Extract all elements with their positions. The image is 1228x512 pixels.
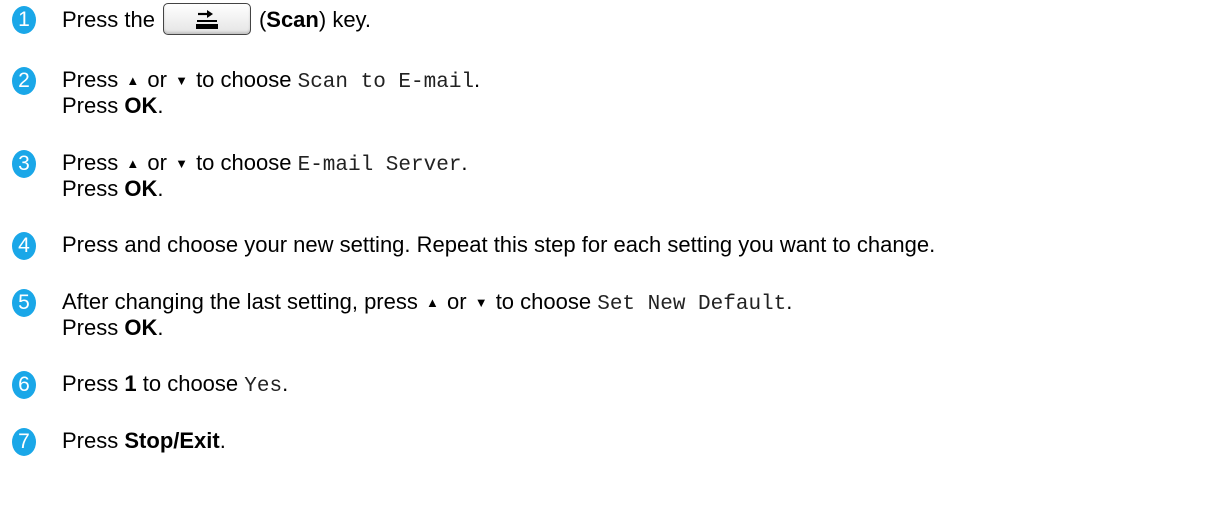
step-number-badge: 2 [12, 67, 36, 95]
key-label: 1 [124, 371, 137, 396]
step-number-badge: 7 [12, 428, 36, 456]
step-text: Press the (Scan) key. [62, 3, 371, 36]
menu-option: Scan to E-mail [297, 71, 475, 94]
scan-arrow-icon [195, 10, 218, 30]
step-text: Press and choose your new setting. Repea… [62, 232, 936, 257]
step-number-badge: 4 [12, 232, 36, 260]
scan-key-icon [162, 3, 251, 36]
step-text: Press ▲ or ▼ to choose E-mail Server. [62, 150, 468, 177]
scan-key-label: Scan [266, 7, 319, 32]
down-triangle-icon: ▼ [474, 295, 488, 310]
step-number-badge: 6 [12, 371, 36, 399]
menu-option: Set New Default [597, 293, 787, 316]
menu-option: E-mail Server [297, 154, 462, 177]
step-subtext: Press OK. [62, 315, 164, 340]
up-triangle-icon: ▲ [126, 156, 140, 171]
ok-key-label: OK [124, 176, 158, 201]
ok-key-label: OK [124, 315, 158, 340]
ok-key-label: OK [124, 93, 158, 118]
step-text: After changing the last setting, press ▲… [62, 289, 793, 316]
down-triangle-icon: ▼ [175, 73, 188, 88]
step-text: Press ▲ or ▼ to choose Scan to E-mail. [62, 67, 481, 94]
key-label: Stop/Exit [124, 428, 220, 453]
step-text: Press 1 to choose Yes. [62, 371, 289, 398]
down-triangle-icon: ▼ [175, 156, 188, 171]
up-triangle-icon: ▲ [126, 73, 140, 88]
step-subtext: Press OK. [62, 176, 164, 201]
step-text: Press Stop/Exit. [62, 428, 226, 453]
step-number-badge: 1 [12, 6, 36, 34]
menu-option: Yes [244, 375, 283, 398]
up-triangle-icon: ▲ [426, 295, 439, 310]
step-number-badge: 3 [12, 150, 36, 178]
step-subtext: Press OK. [62, 93, 164, 118]
step-number-badge: 5 [12, 289, 36, 317]
